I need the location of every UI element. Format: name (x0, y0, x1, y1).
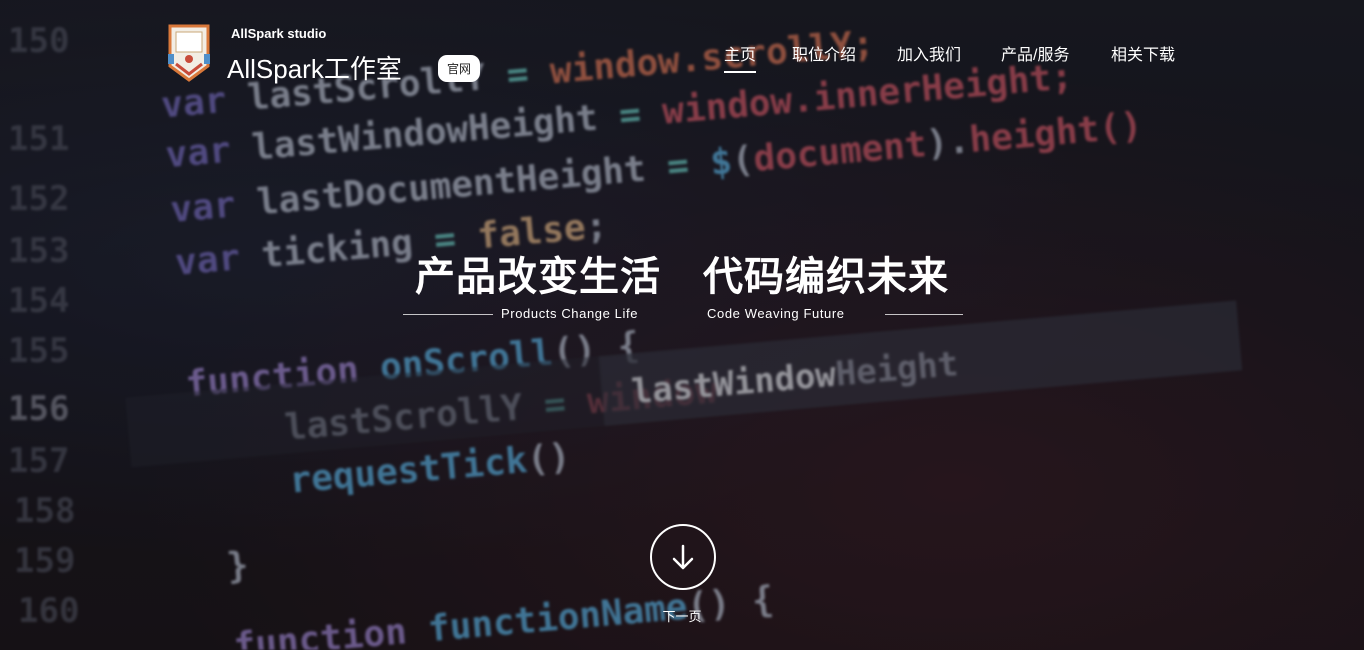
nav-item-products-services[interactable]: 产品/服务 (1001, 41, 1069, 65)
main-nav: 主页 职位介绍 加入我们 产品/服务 相关下载 (0, 41, 1364, 73)
next-page-label[interactable]: 下一页 (0, 606, 1364, 625)
nav-item-home[interactable]: 主页 (724, 41, 757, 73)
next-page-button[interactable] (650, 524, 716, 590)
subtitle-left: Products Change Life (501, 306, 639, 321)
headline-right: 代码编织未来 (703, 255, 949, 299)
nav-item-jobs[interactable]: 职位介绍 (792, 41, 856, 65)
hero-subtitle-row: Products Change Life Code Weaving Future (403, 306, 963, 326)
subtitle-right: Code Weaving Future (707, 306, 845, 321)
arrow-down-icon (672, 544, 694, 570)
brand-small-title: AllSpark studio (231, 26, 327, 41)
divider-right (885, 314, 963, 315)
nav-item-join-us[interactable]: 加入我们 (897, 41, 961, 65)
nav-item-downloads[interactable]: 相关下载 (1111, 41, 1175, 65)
hero-section: 150 151 152 153 154 155 156 157 158 159 … (0, 0, 1364, 650)
divider-left (403, 314, 493, 315)
headline-left: 产品改变生活 (415, 255, 661, 299)
hero-headline: 产品改变生活 代码编织未来 (0, 244, 1364, 302)
